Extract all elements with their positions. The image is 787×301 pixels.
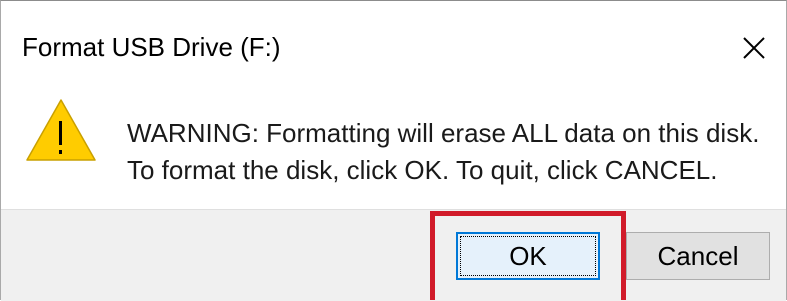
dialog-title: Format USB Drive (F:) xyxy=(22,32,281,62)
ok-button[interactable]: OK xyxy=(456,232,600,280)
format-dialog: Format USB Drive (F:) WARNING: Formattin… xyxy=(0,0,787,301)
ok-button-label: OK xyxy=(509,241,547,271)
dialog-content: WARNING: Formatting will erase ALL data … xyxy=(1,89,786,209)
title-bar[interactable]: Format USB Drive (F:) xyxy=(1,1,786,89)
button-bar: OK Cancel xyxy=(1,209,786,301)
close-button[interactable] xyxy=(725,23,781,71)
message-line-1: WARNING: Formatting will erase ALL data … xyxy=(127,118,760,148)
cancel-button-label: Cancel xyxy=(657,241,739,271)
message-line-2: To format the disk, click OK. To quit, c… xyxy=(127,155,718,185)
close-icon xyxy=(743,37,765,59)
warning-message: WARNING: Formatting will erase ALL data … xyxy=(127,115,759,189)
warning-icon xyxy=(26,99,96,161)
cancel-button[interactable]: Cancel xyxy=(626,232,770,280)
